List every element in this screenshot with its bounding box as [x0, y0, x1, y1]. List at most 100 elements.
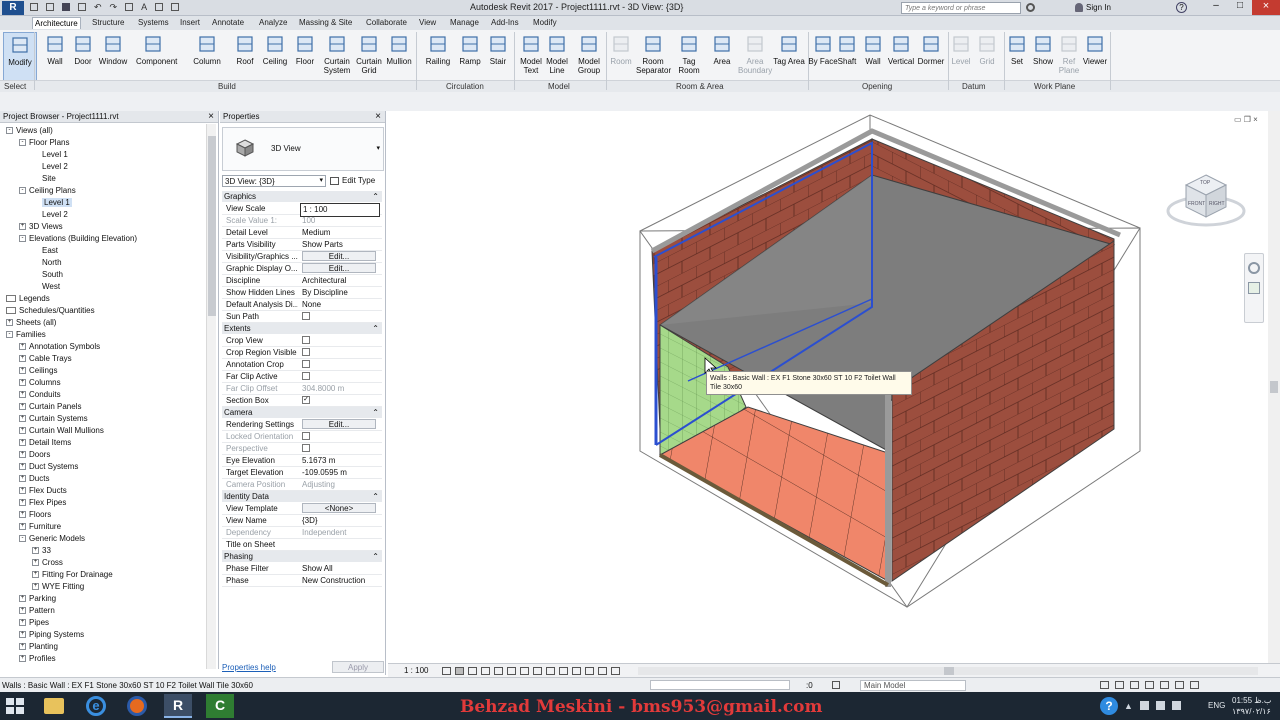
apply-button[interactable]: Apply [332, 661, 384, 673]
property-value[interactable]: Show All [300, 563, 380, 575]
view-scrollbar[interactable] [1268, 111, 1280, 663]
tool-viewer[interactable]: Viewer [1078, 32, 1112, 82]
browser-item[interactable]: +33 [32, 545, 51, 557]
expand-icon[interactable]: + [19, 595, 26, 603]
revit-taskbar-icon[interactable]: R [164, 694, 192, 718]
panel-label-circulation[interactable]: Circulation [446, 82, 484, 92]
property-value[interactable]: 5.1673 m [300, 455, 380, 467]
browser-item[interactable]: - Families [6, 329, 46, 341]
property-value[interactable]: {3D} [300, 515, 380, 527]
search-box[interactable]: Type a keyword or phrase [901, 2, 1021, 14]
expand-icon[interactable]: + [19, 415, 26, 423]
camtasia-icon[interactable]: C [206, 694, 234, 718]
collapse-icon[interactable]: ⌃ [372, 191, 379, 202]
filter-icon[interactable] [832, 681, 840, 689]
property-row[interactable]: Title on Sheet [222, 539, 382, 551]
browser-item[interactable]: Level 1 [32, 149, 68, 161]
tool-curtain-grid[interactable]: Curtain Grid [352, 32, 386, 82]
clock-date[interactable]: ۱۳۹۷/۰۲/۱۶ [1232, 707, 1271, 716]
browser-item[interactable]: + Annotation Symbols [19, 341, 100, 353]
collapse-icon[interactable]: ⌃ [372, 491, 379, 502]
search-input[interactable]: Type a keyword or phrase [902, 5, 985, 12]
internet-explorer-icon[interactable]: e [86, 696, 106, 716]
browser-item[interactable]: + Duct Systems [19, 461, 78, 473]
collapse-icon[interactable]: - [19, 187, 26, 195]
browser-item[interactable]: + Flex Pipes [19, 497, 66, 509]
checkbox[interactable] [302, 311, 310, 320]
property-row[interactable]: Show Hidden Lines By Discipline [222, 287, 382, 299]
panel-label-opening[interactable]: Opening [862, 82, 892, 92]
property-value[interactable] [300, 371, 380, 383]
viewcube-right-face[interactable]: RIGHT [1209, 201, 1225, 207]
property-value[interactable]: Edit... [300, 263, 380, 275]
browser-item[interactable]: Legends [6, 293, 50, 305]
property-category[interactable]: Identity Data ⌃ [222, 491, 382, 502]
property-row[interactable]: Parts Visibility Show Parts [222, 239, 382, 251]
collapse-icon[interactable]: - [6, 127, 13, 135]
property-row[interactable]: Camera Position Adjusting [222, 479, 382, 491]
expand-icon[interactable]: + [19, 367, 26, 375]
property-row[interactable]: Phase Filter Show All [222, 563, 382, 575]
tool-component[interactable]: Component [136, 32, 177, 82]
browser-item[interactable]: + Doors [19, 449, 50, 461]
expand-icon[interactable]: + [19, 631, 26, 639]
property-value[interactable]: Adjusting [300, 479, 380, 491]
expand-icon[interactable]: + [19, 607, 26, 615]
browser-item[interactable]: + Curtain Wall Mullions [19, 425, 104, 437]
minimize-button[interactable]: – [1204, 0, 1228, 15]
expand-icon[interactable]: + [19, 499, 26, 507]
browser-item[interactable]: + Columns [19, 377, 61, 389]
sign-in-button[interactable]: Sign In [1086, 3, 1111, 12]
property-row[interactable]: Perspective [222, 443, 382, 455]
checkbox[interactable] [302, 359, 310, 368]
browser-item[interactable]: Level 1 [32, 197, 72, 209]
chevron-down-icon[interactable]: ▾ [376, 144, 380, 152]
tool-window[interactable]: Window [96, 32, 130, 82]
collapse-icon[interactable]: ⌃ [372, 323, 379, 334]
expand-icon[interactable]: + [32, 547, 39, 555]
tool-model-line[interactable]: Model Line [540, 32, 574, 82]
expand-icon[interactable]: + [19, 655, 26, 663]
edit-type-button[interactable]: Edit Type [330, 174, 384, 187]
expand-icon[interactable]: + [32, 559, 39, 567]
browser-item[interactable]: South [32, 269, 63, 281]
property-value[interactable] [300, 431, 380, 443]
property-row[interactable]: Default Analysis Di... None [222, 299, 382, 311]
tab-insert[interactable]: Insert [178, 17, 202, 29]
expand-icon[interactable]: + [19, 355, 26, 363]
property-value[interactable]: 304.8000 m [300, 383, 380, 395]
property-row[interactable]: Target Elevation -109.0595 m [222, 467, 382, 479]
expand-icon[interactable]: + [19, 619, 26, 627]
browser-item[interactable]: Level 2 [32, 209, 68, 221]
property-row[interactable]: Annotation Crop [222, 359, 382, 371]
property-value[interactable] [300, 443, 380, 455]
expand-icon[interactable]: + [19, 451, 26, 459]
property-value[interactable] [300, 347, 380, 359]
close-icon[interactable]: × [375, 111, 381, 123]
expand-icon[interactable]: + [19, 475, 26, 483]
tool-column[interactable]: Column [190, 32, 224, 82]
browser-item[interactable]: + Flex Ducts [19, 485, 67, 497]
tool-vertical[interactable]: Vertical [884, 32, 918, 82]
tool-room[interactable]: Room [604, 32, 638, 82]
property-category[interactable]: Graphics ⌃ [222, 191, 382, 202]
expand-icon[interactable]: + [19, 379, 26, 387]
3d-viewport[interactable]: Walls : Basic Wall : EX F1 Stone 30x60 S… [388, 111, 1280, 663]
expand-icon[interactable]: + [32, 571, 39, 579]
browser-item[interactable]: + Ceilings [19, 365, 57, 377]
system-tray-icons[interactable]: ▲ [1124, 701, 1181, 711]
property-value[interactable]: By Discipline [300, 287, 380, 299]
panel-label-model[interactable]: Model [548, 82, 570, 92]
expand-icon[interactable]: + [19, 343, 26, 351]
tool-door[interactable]: Door [66, 32, 100, 82]
tab-systems[interactable]: Systems [136, 17, 171, 29]
type-selector[interactable]: 3D View ▾ [222, 127, 384, 171]
property-value[interactable]: Edit... [300, 251, 380, 263]
expand-icon[interactable]: + [19, 643, 26, 651]
browser-item[interactable]: West [32, 281, 60, 293]
navigation-bar[interactable] [1244, 253, 1264, 323]
property-row[interactable]: Far Clip Active [222, 371, 382, 383]
property-category[interactable]: Camera ⌃ [222, 407, 382, 418]
checkbox[interactable] [302, 371, 310, 380]
edit-button[interactable]: Edit... [302, 419, 376, 429]
